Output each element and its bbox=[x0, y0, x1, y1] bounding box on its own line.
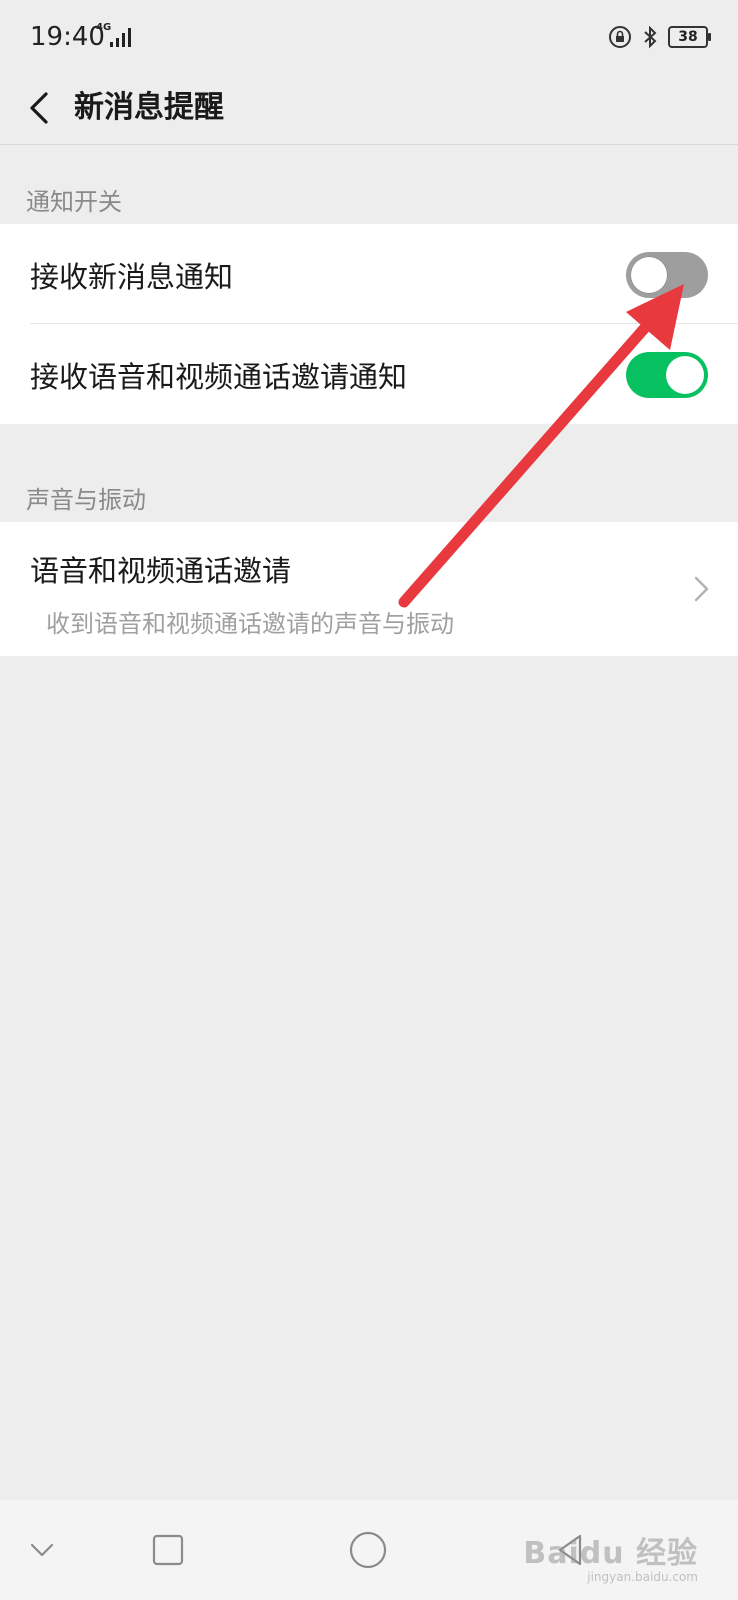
new-message-toggle[interactable] bbox=[626, 252, 708, 298]
status-bar: 19:40 4G 38 bbox=[0, 0, 738, 76]
lock-rotation-icon bbox=[609, 26, 631, 48]
nav-home-icon[interactable] bbox=[346, 1528, 390, 1572]
watermark-url: jingyan.baidu.com bbox=[587, 1570, 698, 1584]
signal-icon bbox=[110, 28, 131, 47]
setting-row-call-invite: 接收语音和视频通话邀请通知 bbox=[0, 324, 738, 424]
nav-back-icon[interactable] bbox=[20, 1528, 64, 1572]
call-invite-toggle[interactable] bbox=[626, 352, 708, 398]
nav-recent-icon[interactable] bbox=[146, 1528, 190, 1572]
page-title: 新消息提醒 bbox=[74, 90, 224, 125]
header: 新消息提醒 bbox=[0, 76, 738, 145]
battery-level: 38 bbox=[678, 29, 698, 45]
setting-label-new-message: 接收新消息通知 bbox=[30, 260, 234, 294]
setting-sublabel-call-sound: 收到语音和视频通话邀请的声音与振动 bbox=[46, 610, 454, 638]
status-time: 19:40 bbox=[30, 22, 105, 52]
setting-row-new-message: 接收新消息通知 bbox=[0, 224, 738, 324]
battery-icon: 38 bbox=[668, 26, 711, 48]
section-title-notification: 通知开关 bbox=[26, 188, 122, 216]
setting-label-call-invite: 接收语音和视频通话邀请通知 bbox=[30, 360, 408, 394]
sound-group: 语音和视频通话邀请 收到语音和视频通话邀请的声音与振动 bbox=[0, 522, 738, 656]
bluetooth-icon bbox=[644, 25, 657, 49]
setting-label-call-sound: 语音和视频通话邀请 bbox=[30, 554, 292, 588]
back-chevron-icon[interactable] bbox=[24, 84, 64, 132]
status-icons: 38 bbox=[608, 24, 711, 50]
section-title-sound: 声音与振动 bbox=[26, 486, 146, 514]
watermark-logo: Baidu 经验 bbox=[523, 1536, 698, 1571]
toggle-knob bbox=[630, 256, 668, 294]
chevron-right-icon bbox=[694, 576, 709, 602]
toggle-knob bbox=[666, 356, 704, 394]
setting-row-call-sound[interactable]: 语音和视频通话邀请 收到语音和视频通话邀请的声音与振动 bbox=[0, 522, 738, 656]
notification-group: 接收新消息通知 接收语音和视频通话邀请通知 bbox=[0, 224, 738, 424]
